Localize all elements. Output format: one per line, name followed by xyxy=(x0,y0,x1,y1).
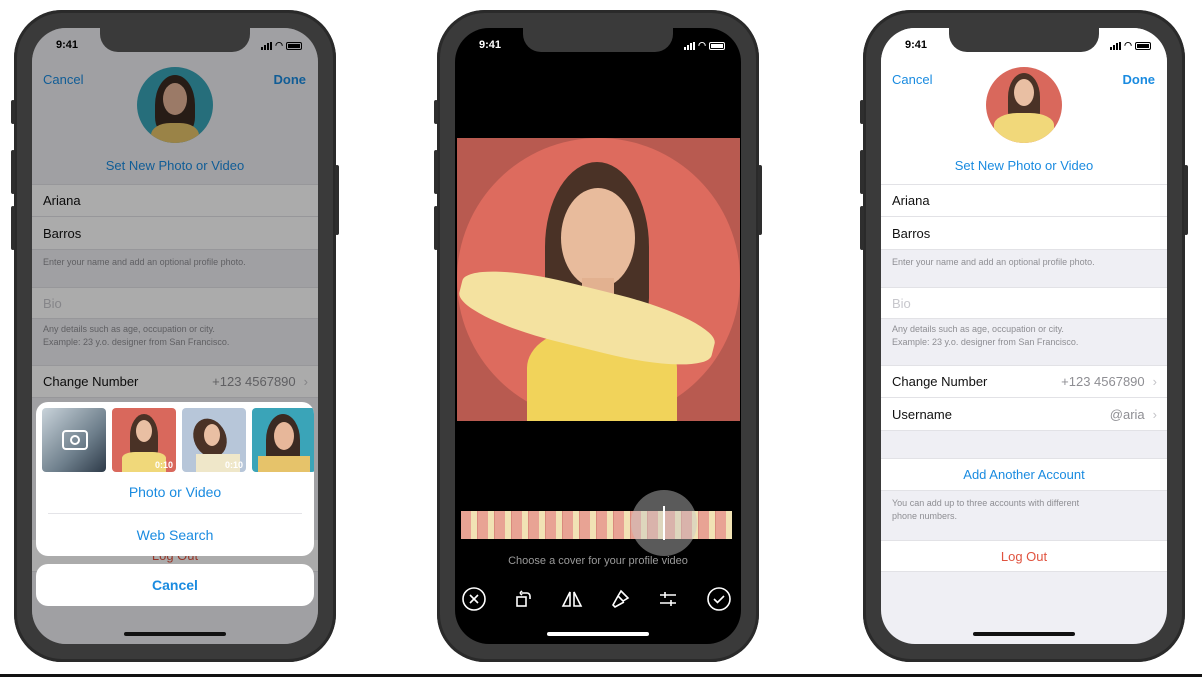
wifi-icon: ◠ xyxy=(1124,40,1132,50)
chevron-right-icon: › xyxy=(1152,374,1157,389)
photo-preview[interactable] xyxy=(457,138,740,421)
sheet-cancel-button[interactable]: Cancel xyxy=(36,564,314,606)
filmstrip-scrubber[interactable] xyxy=(631,490,697,556)
right-phone: 9:41 ◠ Cancel Done Set New Photo or Video… xyxy=(860,10,1188,662)
cover-hint: Choose a cover for your profile video xyxy=(508,555,688,567)
left-phone: 9:41 ◠ Cancel Done Set New Photo or Video… xyxy=(11,10,339,662)
gallery-thumb[interactable] xyxy=(252,408,314,472)
profile-avatar[interactable] xyxy=(986,67,1062,143)
status-bar: 9:41 ◠ xyxy=(32,39,318,53)
photo-editor-screen: 9:41 ◠ Choose a cover for your profile vi… xyxy=(455,28,741,644)
battery-icon xyxy=(286,41,302,50)
battery-icon xyxy=(709,41,725,50)
rotate-icon[interactable] xyxy=(511,586,537,612)
close-icon[interactable] xyxy=(461,586,487,612)
battery-icon xyxy=(1135,41,1151,50)
photo-action-sheet: 0:10 0:10 Photo or Video Web Search xyxy=(36,402,314,556)
edit-profile-screen: 9:41 ◠ Cancel Done Set New Photo or Video… xyxy=(881,28,1167,644)
home-indicator xyxy=(124,632,226,636)
add-another-account-button[interactable]: Add Another Account xyxy=(881,458,1167,491)
set-new-photo-link[interactable]: Set New Photo or Video xyxy=(881,158,1167,173)
cancel-button[interactable]: Cancel xyxy=(892,72,932,87)
mirror-icon[interactable] xyxy=(559,586,585,612)
status-bar: 9:41 ◠ xyxy=(881,39,1167,53)
done-button[interactable]: Done xyxy=(1123,72,1156,87)
first-name-field[interactable]: Ariana xyxy=(881,184,1167,217)
username-row[interactable]: Username @aria › xyxy=(881,398,1167,431)
chevron-right-icon: › xyxy=(1152,406,1157,422)
wifi-icon: ◠ xyxy=(698,40,706,50)
change-number-row[interactable]: Change Number +123 4567890 › xyxy=(881,365,1167,398)
bio-field[interactable]: Bio xyxy=(881,287,1167,319)
wifi-icon: ◠ xyxy=(275,40,283,50)
camera-thumb[interactable] xyxy=(42,408,106,472)
signal-icon xyxy=(261,41,273,50)
camera-icon xyxy=(62,430,88,450)
brush-icon[interactable] xyxy=(607,586,633,612)
home-indicator xyxy=(547,632,649,636)
web-search-button[interactable]: Web Search xyxy=(36,527,314,543)
adjust-icon[interactable] xyxy=(655,586,681,612)
checkmark-icon[interactable] xyxy=(706,586,732,612)
signal-icon xyxy=(1110,41,1122,50)
status-bar: 9:41 ◠ xyxy=(455,39,741,53)
gallery-thumb[interactable]: 0:10 xyxy=(112,408,176,472)
last-name-field[interactable]: Barros xyxy=(881,217,1167,250)
photo-or-video-button[interactable]: Photo or Video xyxy=(36,484,314,500)
edit-profile-screen: 9:41 ◠ Cancel Done Set New Photo or Video… xyxy=(32,28,318,644)
log-out-button[interactable]: Log Out xyxy=(881,540,1167,572)
middle-phone: 9:41 ◠ Choose a cover for your profile vi… xyxy=(434,10,762,662)
gallery-thumb[interactable]: 0:10 xyxy=(182,408,246,472)
home-indicator xyxy=(973,632,1075,636)
signal-icon xyxy=(684,41,696,50)
